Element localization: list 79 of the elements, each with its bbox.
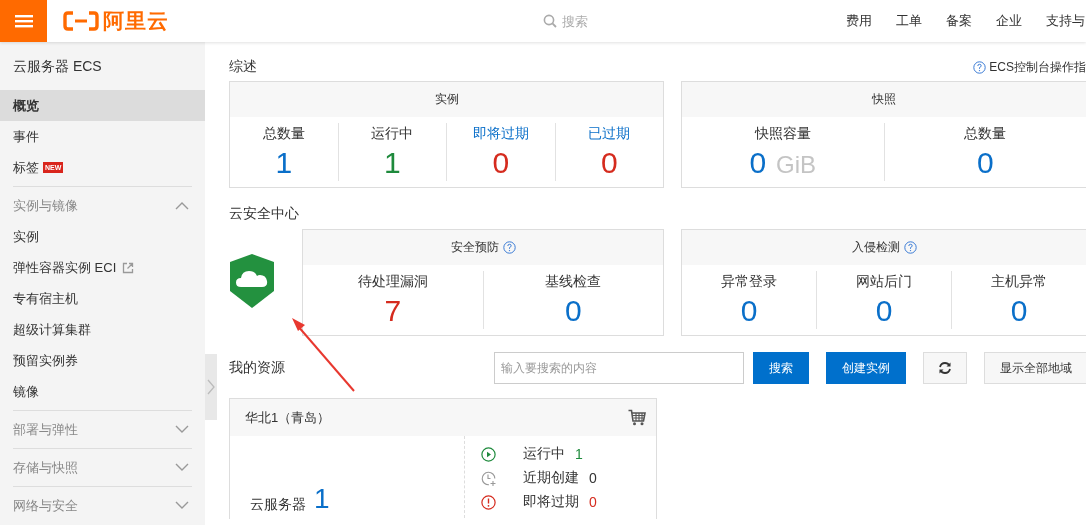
stat-link[interactable]: 已过期 [588, 125, 631, 143]
cart-icon[interactable] [628, 409, 646, 426]
card-title: 快照 [872, 91, 896, 108]
nav-link[interactable]: 支持与 [1046, 12, 1085, 30]
sidebar-item[interactable]: 预留实例券 [0, 345, 205, 376]
section-title: 我的资源 [229, 359, 285, 377]
sidebar-item[interactable]: 概览 [0, 90, 205, 121]
section-title: 综述 [229, 58, 257, 76]
status-label: 近期创建 [523, 469, 579, 487]
menu-button[interactable] [0, 0, 47, 42]
stat-label: 网站后门 [856, 273, 912, 291]
sidebar-item[interactable]: 超级计算集群 [0, 314, 205, 345]
stat-unit: GiB [776, 151, 817, 179]
menu-icon [14, 14, 33, 28]
stat-value: 0 [740, 293, 758, 329]
action-button[interactable]: 显示全部地域 [984, 352, 1086, 384]
status-value[interactable]: 1 [575, 446, 583, 462]
external-link-icon [122, 261, 135, 274]
refresh-button[interactable] [923, 352, 967, 384]
sidebar-item[interactable]: 事件 [0, 121, 205, 152]
sidebar-item[interactable]: 实例 [0, 221, 205, 252]
sidebar-item[interactable]: 镜像 [0, 376, 205, 407]
search-icon [543, 14, 557, 28]
card-title: 安全预防 [450, 239, 499, 256]
chevron-up-icon [175, 201, 189, 210]
sidebar-title: 云服务器 ECS [12, 57, 103, 76]
logo-icon [63, 11, 99, 31]
card-title: 入侵检测 [851, 239, 900, 256]
stat-value: 0 [875, 293, 893, 329]
stat-label: 待处理漏洞 [357, 273, 428, 291]
status-value[interactable]: 0 [589, 470, 597, 486]
stat-label: 总数量 [964, 125, 1007, 143]
product-count[interactable]: 1 [314, 484, 330, 514]
region-name: 华北1（青岛） [245, 408, 331, 427]
stat-value: 0 [749, 145, 767, 181]
stat-value: 0 [600, 145, 618, 181]
shield-cloud-icon [229, 252, 275, 309]
stat-label: 主机异常 [991, 273, 1047, 291]
card-title: 实例 [434, 91, 459, 108]
status-label: 即将过期 [523, 493, 579, 511]
play-icon [481, 446, 496, 462]
action-button[interactable]: 搜索 [753, 352, 809, 384]
alert-icon [481, 494, 496, 510]
stat-value: 0 [564, 293, 582, 329]
stat-link[interactable]: 即将过期 [472, 125, 529, 143]
guide-link[interactable]: ECS控制台操作指 [973, 58, 1086, 76]
section-title: 云安全中心 [229, 205, 299, 223]
stat-value: 1 [383, 145, 401, 181]
stat-value: 0 [976, 145, 994, 181]
sidebar-item[interactable]: 专有宿主机 [0, 283, 205, 314]
help-icon [502, 241, 516, 254]
stat-label: 快照容量 [754, 125, 811, 143]
chevron-down-icon [175, 425, 189, 434]
stat-label: 总数量 [262, 125, 305, 143]
collapse-handle[interactable] [205, 354, 217, 420]
nav-link[interactable]: 工单 [896, 12, 922, 30]
help-icon [903, 241, 917, 254]
stat-label: 异常登录 [721, 273, 777, 291]
chevron-down-icon [175, 501, 189, 510]
sidebar-item[interactable]: 弹性容器实例 ECI [0, 252, 205, 283]
nav-link[interactable]: 备案 [946, 12, 972, 30]
search-field[interactable]: 输入要搜索的内容 [494, 352, 744, 384]
stat-label: 运行中 [371, 125, 414, 143]
refresh-icon [938, 361, 952, 375]
stat-value: 7 [384, 293, 402, 329]
stat-value: 0 [492, 145, 510, 181]
status-label: 运行中 [523, 445, 565, 463]
nav-link[interactable]: 企业 [996, 12, 1022, 30]
stat-value: 1 [275, 145, 293, 181]
product-label: 云服务器 [250, 496, 306, 514]
help-icon [973, 60, 987, 74]
chevron-down-icon [175, 463, 189, 472]
status-value[interactable]: 0 [589, 494, 597, 510]
clock-plus-icon [481, 470, 496, 486]
stat-label: 基线检查 [545, 273, 602, 291]
nav-link[interactable]: 费用 [846, 12, 872, 30]
stat-value: 0 [1010, 293, 1028, 329]
chevron-right-icon [207, 379, 215, 395]
action-button[interactable]: 创建实例 [826, 352, 906, 384]
